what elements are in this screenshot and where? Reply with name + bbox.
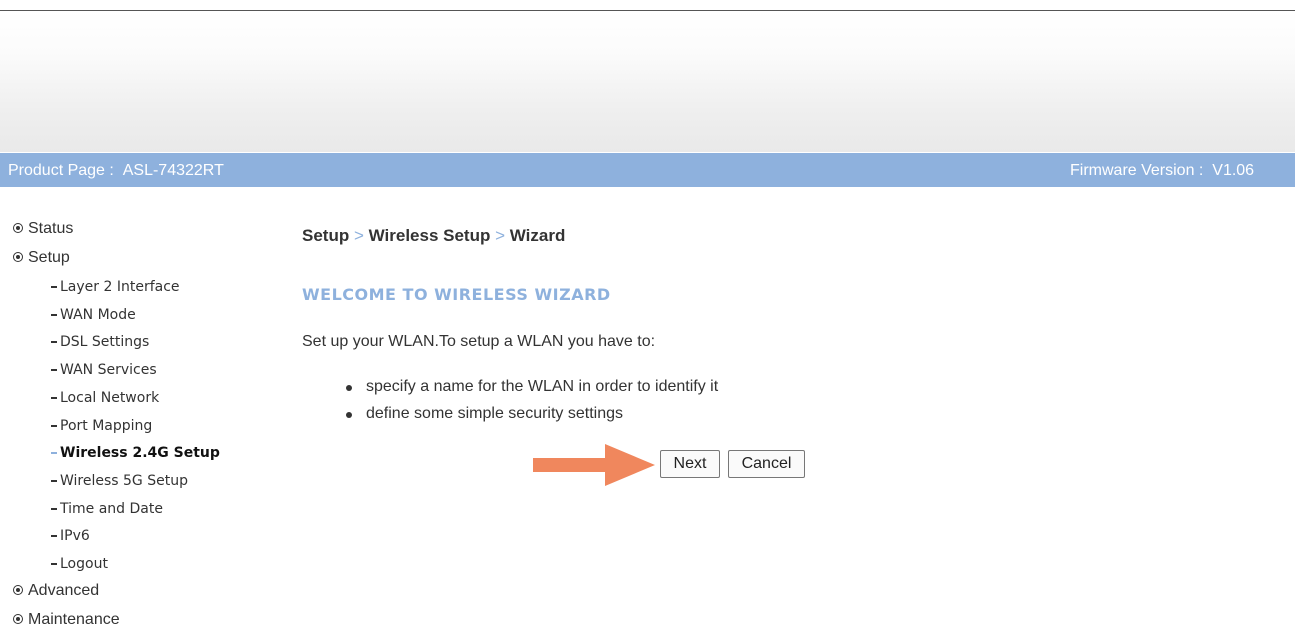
page-title: WELCOME TO WIRELESS WIZARD (302, 285, 611, 304)
sidebar-item-label: Logout (60, 556, 108, 572)
sidebar-item-label: WAN Services (60, 362, 157, 378)
sidebar-item-logout[interactable]: Logout (51, 553, 108, 575)
breadcrumb-wizard: Wizard (509, 226, 566, 245)
sidebar-item-label: Advanced (28, 582, 100, 599)
sidebar-item-label: Wireless 2.4G Setup (60, 445, 220, 461)
sidebar-item-wan-mode[interactable]: WAN Mode (51, 304, 136, 326)
dash-bullet-icon (51, 341, 57, 343)
dash-bullet-icon (51, 369, 57, 371)
firmware-info: Firmware Version : V1.06 (1070, 162, 1254, 180)
sidebar-item-layer2-interface[interactable]: Layer 2 Interface (51, 276, 180, 298)
sidebar-item-port-mapping[interactable]: Port Mapping (51, 415, 153, 437)
radio-bullet-icon (13, 252, 23, 262)
sidebar-item-label: IPv6 (60, 528, 90, 544)
dash-bullet-icon (51, 452, 57, 454)
header-banner (0, 11, 1295, 152)
sidebar-item-setup[interactable]: Setup (13, 247, 70, 269)
list-item: specify a name for the WLAN in order to … (340, 376, 718, 403)
sidebar-item-wan-services[interactable]: WAN Services (51, 359, 157, 381)
radio-bullet-icon (13, 614, 23, 624)
sidebar-item-advanced[interactable]: Advanced (13, 580, 100, 602)
product-info: Product Page : ASL-74322RT (8, 162, 224, 180)
sidebar-item-status[interactable]: Status (13, 218, 74, 240)
sidebar-item-label: WAN Mode (60, 307, 136, 323)
radio-bullet-icon (13, 585, 23, 595)
sidebar-item-local-network[interactable]: Local Network (51, 387, 160, 409)
dash-bullet-icon (51, 535, 57, 537)
dash-bullet-icon (51, 480, 57, 482)
sidebar-item-wireless-5g-setup[interactable]: Wireless 5G Setup (51, 470, 188, 492)
sidebar-item-label: Layer 2 Interface (60, 279, 180, 295)
next-button[interactable]: Next (660, 450, 720, 478)
sidebar-item-label: Time and Date (60, 501, 163, 517)
sidebar-item-label: Status (28, 220, 74, 237)
radio-bullet-icon (13, 223, 23, 233)
breadcrumb-separator: > (353, 226, 364, 245)
sidebar-item-label: Maintenance (28, 611, 120, 628)
arrow-right-icon (533, 444, 655, 486)
cancel-button[interactable]: Cancel (728, 450, 805, 478)
sidebar-item-time-and-date[interactable]: Time and Date (51, 498, 163, 520)
dash-bullet-icon (51, 286, 57, 288)
sidebar-item-label: Port Mapping (60, 418, 153, 434)
dash-bullet-icon (51, 563, 57, 565)
sidebar-item-label: Local Network (60, 390, 160, 406)
breadcrumb-wireless-setup[interactable]: Wireless Setup (369, 226, 491, 245)
product-name: ASL-74322RT (122, 162, 224, 179)
breadcrumb: Setup > Wireless Setup > Wizard (302, 226, 565, 246)
dash-bullet-icon (51, 397, 57, 399)
dash-bullet-icon (51, 508, 57, 510)
sidebar-item-label: Wireless 5G Setup (60, 473, 188, 489)
dash-bullet-icon (51, 425, 57, 427)
sidebar-item-ipv6[interactable]: IPv6 (51, 525, 90, 547)
breadcrumb-setup[interactable]: Setup (302, 226, 349, 245)
breadcrumb-separator: > (495, 226, 506, 245)
sidebar-item-label: DSL Settings (60, 334, 150, 350)
product-info-bar: Product Page : ASL-74322RT Firmware Vers… (0, 153, 1295, 187)
sidebar-item-dsl-settings[interactable]: DSL Settings (51, 331, 150, 353)
intro-text: Set up your WLAN.To setup a WLAN you hav… (302, 333, 656, 350)
product-label: Product Page : (8, 162, 114, 179)
requirements-list: specify a name for the WLAN in order to … (340, 376, 718, 430)
firmware-version: V1.06 (1212, 162, 1255, 179)
list-item: define some simple security settings (340, 403, 718, 430)
sidebar-item-label: Setup (28, 249, 70, 266)
sidebar-item-wireless-24g-setup[interactable]: Wireless 2.4G Setup (51, 442, 220, 464)
firmware-label: Firmware Version : (1070, 162, 1204, 179)
dash-bullet-icon (51, 314, 57, 316)
